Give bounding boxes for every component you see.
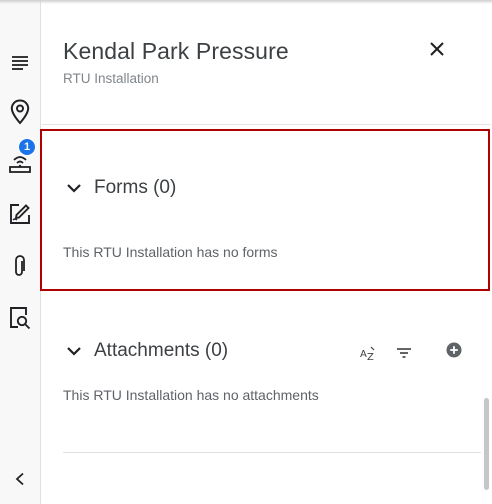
scrollbar[interactable] bbox=[484, 398, 489, 490]
attachments-empty-message: This RTU Installation has no attachments bbox=[63, 387, 319, 403]
add-attachment-button[interactable] bbox=[443, 339, 465, 361]
top-shadow bbox=[0, 0, 492, 4]
close-button[interactable] bbox=[424, 36, 450, 62]
forms-section-header[interactable]: Forms (0) bbox=[66, 177, 176, 199]
header-divider bbox=[42, 124, 491, 125]
attachments-section-header[interactable]: Attachments (0) bbox=[66, 340, 228, 362]
page-title: Kendal Park Pressure bbox=[63, 38, 289, 64]
filter-button[interactable] bbox=[393, 342, 415, 364]
forms-title: Forms (0) bbox=[94, 177, 177, 198]
search-document-icon[interactable] bbox=[5, 303, 35, 333]
menu-lines-icon[interactable] bbox=[5, 47, 35, 77]
chevron-down-icon bbox=[67, 347, 81, 356]
attachments-title: Attachments (0) bbox=[94, 340, 229, 361]
filter-icon bbox=[397, 348, 411, 358]
sort-az-button[interactable]: A Z bbox=[358, 342, 380, 364]
sort-az-icon: A Z bbox=[360, 346, 375, 361]
chevron-left-icon[interactable] bbox=[5, 464, 35, 494]
edit-form-icon[interactable] bbox=[5, 199, 35, 229]
page-subtitle: RTU Installation bbox=[63, 71, 159, 86]
paperclip-icon[interactable] bbox=[5, 251, 35, 281]
left-icon-rail: 1 bbox=[0, 0, 41, 504]
location-pin-icon[interactable] bbox=[5, 97, 35, 127]
chevron-down-icon bbox=[67, 184, 81, 193]
svg-text:Z: Z bbox=[367, 352, 374, 361]
forms-empty-message: This RTU Installation has no forms bbox=[63, 244, 278, 260]
notification-badge: 1 bbox=[18, 138, 36, 156]
forms-section bbox=[40, 129, 490, 291]
add-circle-icon bbox=[446, 342, 462, 358]
section-divider bbox=[63, 452, 481, 453]
close-icon bbox=[430, 42, 444, 56]
svg-text:A: A bbox=[360, 349, 367, 360]
